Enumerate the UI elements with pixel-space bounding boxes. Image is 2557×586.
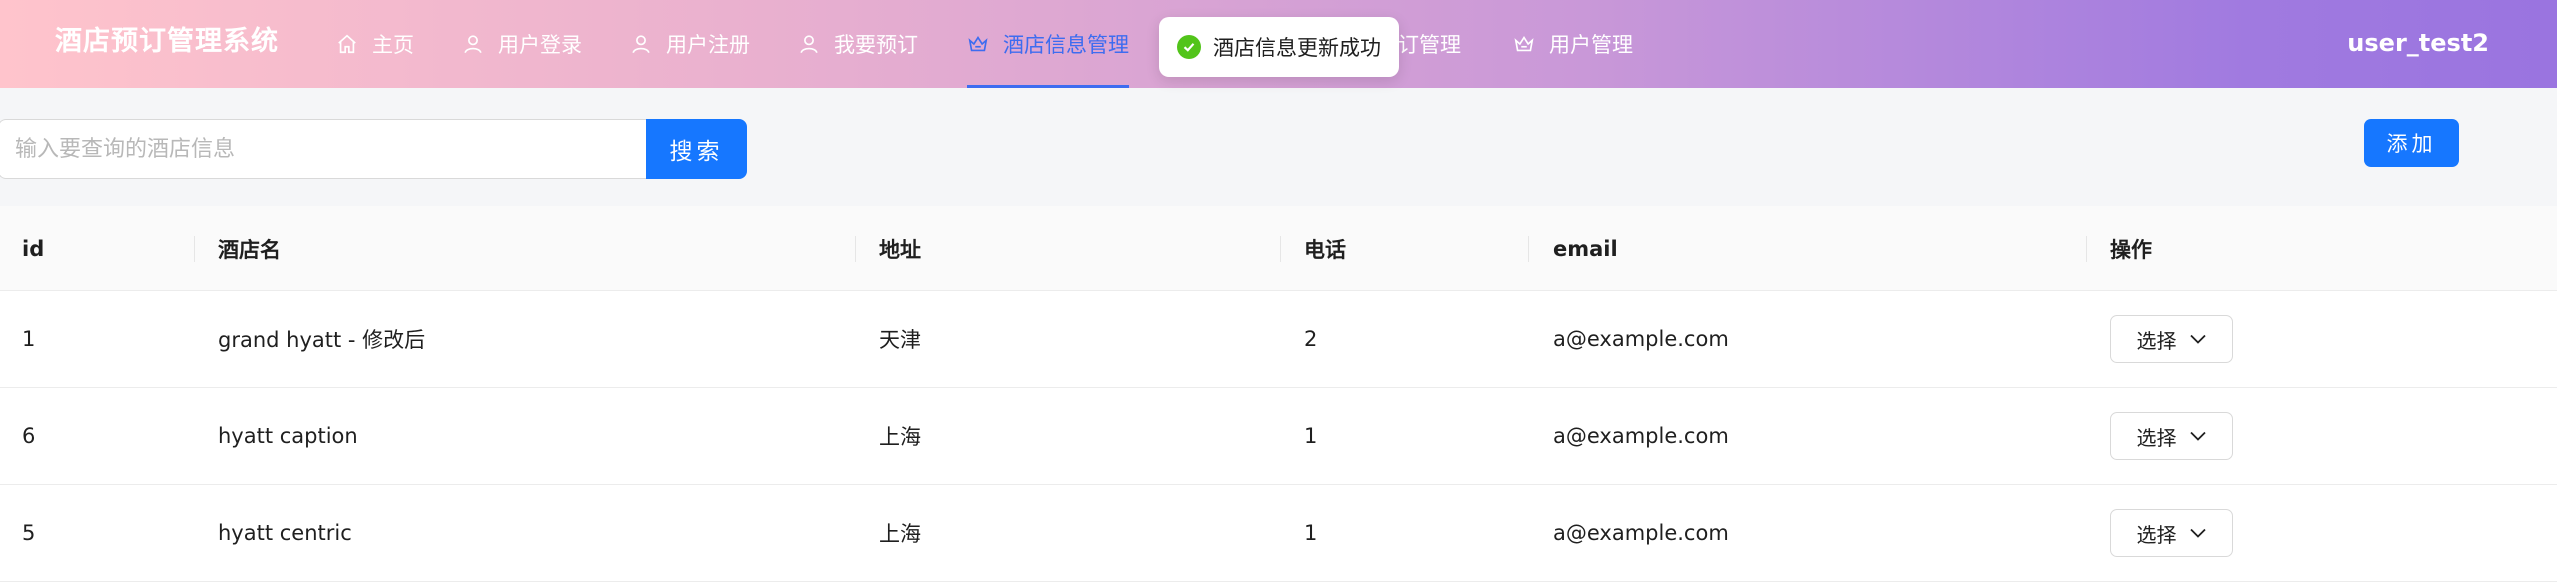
nav-item-label: 用户登录 [498,33,582,57]
chevron-down-icon [2189,333,2207,345]
cell-id: 1 [22,327,36,351]
select-dropdown-button[interactable]: 选择 [2110,509,2233,557]
column-divider [194,236,195,262]
user-icon [798,33,820,55]
column-divider [1528,236,1529,262]
nav-item-order-management[interactable]: 订管理 [1398,0,1461,88]
toast-message: 酒店信息更新成功 [1213,36,1381,60]
column-header-phone: 电话 [1304,237,1346,262]
table-row: 6 hyatt caption 上海 1 a@example.com 选择 [0,388,2557,485]
cell-phone: 1 [1304,424,1318,448]
select-dropdown-button[interactable]: 选择 [2110,315,2233,363]
user-icon [630,33,652,55]
table-row: 1 grand hyatt - 修改后 天津 2 a@example.com 选… [0,291,2557,388]
table-row: 5 hyatt centric 上海 1 a@example.com 选择 [0,485,2557,582]
check-circle-icon [1177,35,1201,59]
cell-id: 6 [22,424,36,448]
column-header-address: 地址 [879,237,921,262]
nav-item-login[interactable]: 用户登录 [462,0,582,88]
nav-item-user-management[interactable]: 用户管理 [1513,0,1633,88]
cell-email: a@example.com [1553,424,1729,448]
cell-hotel-name: hyatt caption [218,424,358,448]
chevron-down-icon [2189,430,2207,442]
nav-item-label: 主页 [372,33,414,57]
nav-item-label: 我要预订 [834,33,918,57]
nav-item-label: 订管理 [1398,33,1461,57]
nav-item-booking[interactable]: 我要预订 [798,0,918,88]
select-label: 选择 [2136,425,2177,450]
nav-item-label: 酒店信息管理 [1003,33,1129,57]
cell-phone: 1 [1304,521,1318,545]
user-menu[interactable]: user_test2 [2347,24,2489,62]
crown-icon [967,33,989,55]
cell-address: 天津 [879,328,921,352]
column-header-id: id [22,236,45,261]
cell-hotel-name: grand hyatt - 修改后 [218,328,426,352]
column-divider [2086,236,2087,262]
cell-phone: 2 [1304,327,1318,351]
cell-address: 上海 [879,425,921,449]
chevron-down-icon [2189,527,2207,539]
home-icon [336,33,358,55]
nav-item-register[interactable]: 用户注册 [630,0,750,88]
column-divider [1280,236,1281,262]
nav-item-home[interactable]: 主页 [336,0,414,88]
search-input[interactable] [0,119,646,179]
cell-id: 5 [22,521,36,545]
cell-hotel-name: hyatt centric [218,521,352,545]
search-button[interactable]: 搜索 [646,119,747,179]
select-label: 选择 [2136,328,2177,353]
cell-email: a@example.com [1553,521,1729,545]
column-header-email: email [1553,236,1618,261]
nav-item-label: 用户注册 [666,33,750,57]
cell-address: 上海 [879,522,921,546]
select-dropdown-button[interactable]: 选择 [2110,412,2233,460]
crown-icon [1513,33,1535,55]
nav-item-label: 用户管理 [1549,33,1633,57]
add-button[interactable]: 添加 [2364,119,2459,167]
column-header-name: 酒店名 [218,237,281,262]
hotel-table: id 酒店名 地址 电话 email 操作 1 grand hyatt - 修改… [0,206,2557,586]
column-divider [855,236,856,262]
select-label: 选择 [2136,522,2177,547]
user-icon [462,33,484,55]
table-header: id 酒店名 地址 电话 email 操作 [0,206,2557,291]
app-title: 酒店预订管理系统 [55,26,279,57]
success-toast: 酒店信息更新成功 [1159,17,1399,77]
nav-item-hotel-management[interactable]: 酒店信息管理 [967,0,1129,88]
cell-email: a@example.com [1553,327,1729,351]
column-header-actions: 操作 [2110,237,2152,262]
